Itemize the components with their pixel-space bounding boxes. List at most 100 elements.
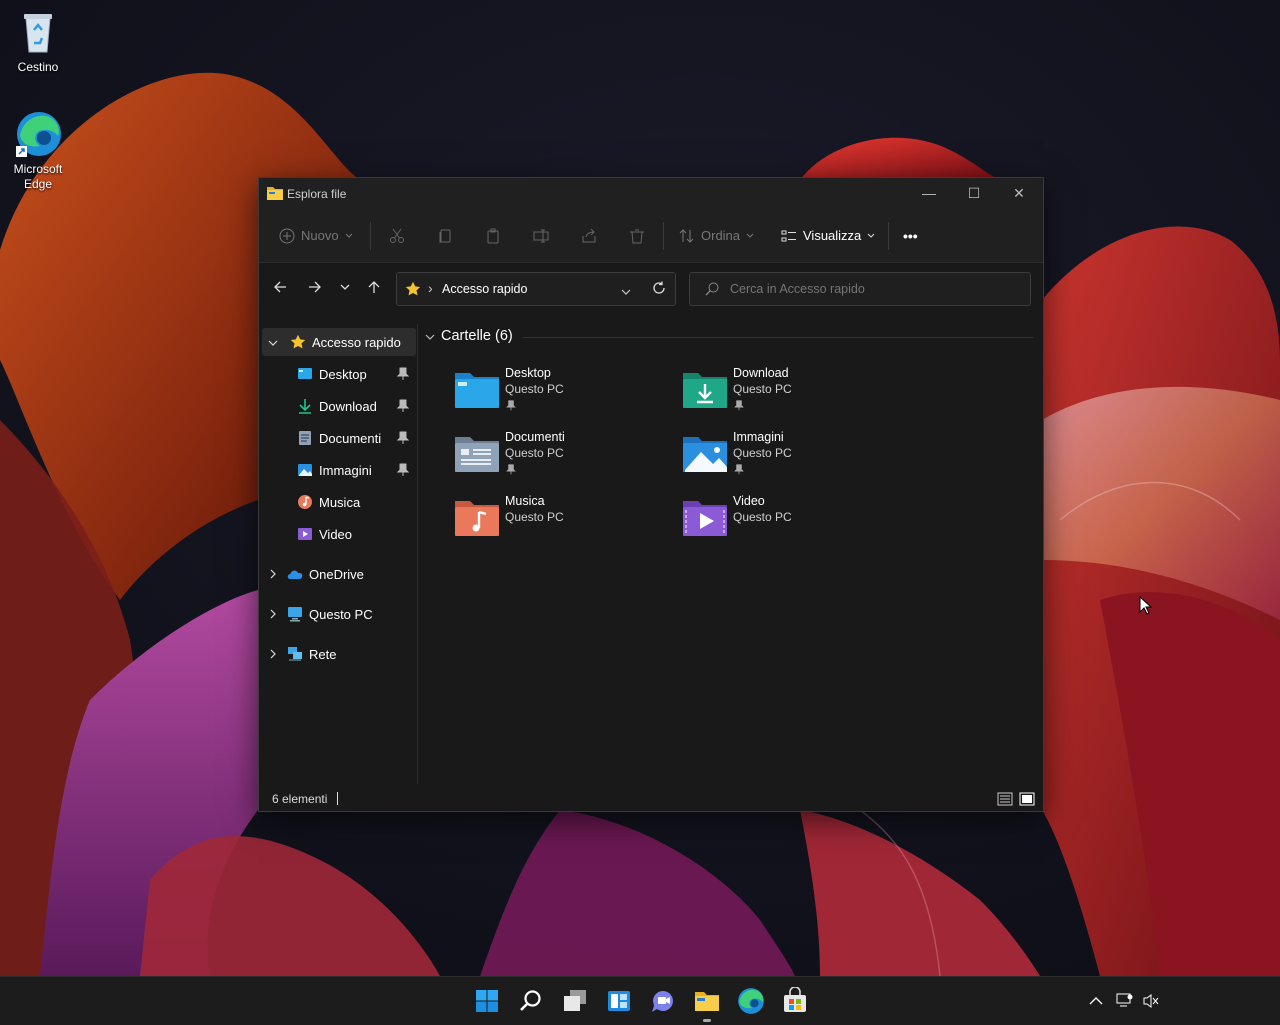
edge-taskbar-button[interactable] — [737, 987, 765, 1015]
edge-icon — [738, 988, 764, 1014]
sidebar-item-label: Rete — [309, 646, 337, 662]
sidebar-item-music[interactable]: Musica — [259, 488, 413, 516]
pin-icon — [396, 463, 410, 477]
sidebar-item-video[interactable]: Video — [259, 520, 413, 548]
sidebar-item-quick-access[interactable]: Accesso rapido — [262, 328, 416, 356]
folder-tile-documents[interactable]: Documenti Questo PC — [455, 430, 655, 486]
download-icon — [297, 398, 313, 414]
sidebar-item-label: Desktop — [319, 366, 367, 382]
minimize-button[interactable]: — — [906, 178, 952, 210]
start-button[interactable] — [473, 987, 501, 1015]
address-bar[interactable]: › Accesso rapido — [396, 272, 676, 306]
desktop-icon-label: Cestino — [17, 60, 59, 74]
recycle-bin-icon — [14, 8, 62, 56]
show-hidden-icons-button[interactable] — [1088, 993, 1104, 1014]
volume-muted-icon[interactable] — [1142, 992, 1160, 1015]
delete-button[interactable] — [629, 224, 645, 248]
documents-folder-icon — [455, 437, 499, 472]
folder-name: Musica — [505, 494, 545, 508]
sidebar-item-download[interactable]: Download — [259, 392, 413, 420]
pin-icon — [396, 431, 410, 445]
sort-button[interactable]: Ordina — [679, 224, 754, 248]
pin-icon — [396, 367, 410, 381]
view-button[interactable]: Visualizza — [781, 224, 875, 248]
store-button[interactable] — [781, 986, 809, 1015]
search-button[interactable] — [517, 987, 545, 1015]
file-list-pane: Cartelle (6) Desktop Questo PC Download … — [419, 324, 1039, 784]
chat-button[interactable] — [649, 987, 677, 1015]
search-box[interactable] — [689, 272, 1031, 306]
refresh-icon[interactable] — [652, 281, 666, 298]
task-view-button[interactable] — [561, 987, 589, 1015]
copy-button[interactable] — [437, 224, 453, 248]
forward-button[interactable] — [305, 280, 325, 298]
plus-circle-icon — [279, 228, 295, 244]
sidebar-item-label: Video — [319, 526, 353, 542]
sidebar-item-desktop[interactable]: Desktop — [259, 360, 413, 388]
chevron-down-icon[interactable] — [268, 335, 280, 350]
share-icon — [581, 228, 597, 244]
recent-locations-button[interactable] — [335, 280, 355, 298]
folder-location: Questo PC — [733, 382, 792, 396]
store-icon — [784, 986, 806, 1012]
paste-button[interactable] — [485, 224, 501, 248]
breadcrumb-separator: › — [428, 280, 433, 296]
chevron-down-icon — [746, 233, 754, 239]
cut-button[interactable] — [389, 224, 405, 248]
pin-icon — [734, 400, 744, 411]
desktop-icon-edge[interactable]: Microsoft Edge — [0, 110, 76, 192]
more-options-button[interactable]: ••• — [903, 224, 918, 248]
rename-button[interactable] — [533, 224, 549, 248]
sidebar-item-onedrive[interactable]: OneDrive — [259, 560, 413, 588]
group-header[interactable]: Cartelle (6) — [425, 328, 1033, 344]
edge-icon — [14, 110, 62, 158]
file-explorer-taskbar-button[interactable] — [693, 987, 721, 1022]
video-icon — [297, 526, 313, 542]
pictures-folder-icon — [683, 437, 727, 472]
maximize-button[interactable]: ☐ — [951, 178, 997, 210]
sidebar-item-pictures[interactable]: Immagini — [259, 456, 413, 484]
folder-tile-video[interactable]: Video Questo PC — [683, 494, 883, 550]
sidebar-item-this-pc[interactable]: Questo PC — [259, 600, 413, 628]
sidebar-item-documents[interactable]: Documenti — [259, 424, 413, 452]
desktop-icon-recycle-bin[interactable]: Cestino — [0, 8, 76, 75]
folder-icon — [267, 186, 283, 200]
address-history-dropdown[interactable] — [621, 284, 631, 299]
share-button[interactable] — [581, 224, 597, 248]
chevron-right-icon[interactable] — [269, 607, 281, 622]
back-button[interactable] — [270, 280, 290, 298]
folder-tile-music[interactable]: Musica Questo PC — [455, 494, 655, 550]
widgets-icon — [608, 991, 630, 1011]
folder-icon — [695, 992, 719, 1011]
folder-location: Questo PC — [505, 382, 564, 396]
toolbar-separator — [370, 222, 371, 250]
folder-location: Questo PC — [733, 510, 792, 524]
chevron-right-icon[interactable] — [269, 647, 281, 662]
folder-tile-download[interactable]: Download Questo PC — [683, 366, 883, 422]
music-icon — [297, 494, 313, 510]
tiles-view-icon[interactable] — [1019, 791, 1035, 810]
search-icon — [705, 282, 719, 299]
folder-tile-desktop[interactable]: Desktop Questo PC — [455, 366, 655, 422]
search-icon — [520, 990, 541, 1011]
item-count: 6 elementi — [272, 792, 328, 806]
folder-tile-pictures[interactable]: Immagini Questo PC — [683, 430, 883, 486]
title-bar[interactable]: Esplora file — ☐ ✕ — [259, 178, 1043, 210]
star-icon — [405, 281, 421, 300]
sidebar-item-network[interactable]: Rete — [259, 640, 413, 668]
new-button[interactable]: Nuovo — [279, 224, 353, 248]
folder-name: Desktop — [505, 366, 551, 380]
chevron-down-icon — [867, 233, 875, 239]
network-status-icon[interactable] — [1116, 992, 1134, 1015]
up-button[interactable] — [364, 280, 384, 298]
chevron-right-icon[interactable] — [269, 567, 281, 582]
rename-icon — [533, 228, 549, 244]
widgets-button[interactable] — [605, 987, 633, 1015]
chevron-down-icon — [339, 282, 351, 297]
search-input[interactable] — [728, 279, 1022, 299]
close-button[interactable]: ✕ — [996, 178, 1042, 210]
folder-name: Documenti — [505, 430, 565, 444]
sort-label: Ordina — [701, 228, 741, 243]
breadcrumb-location[interactable]: Accesso rapido — [442, 282, 527, 296]
details-view-icon[interactable] — [997, 791, 1013, 810]
